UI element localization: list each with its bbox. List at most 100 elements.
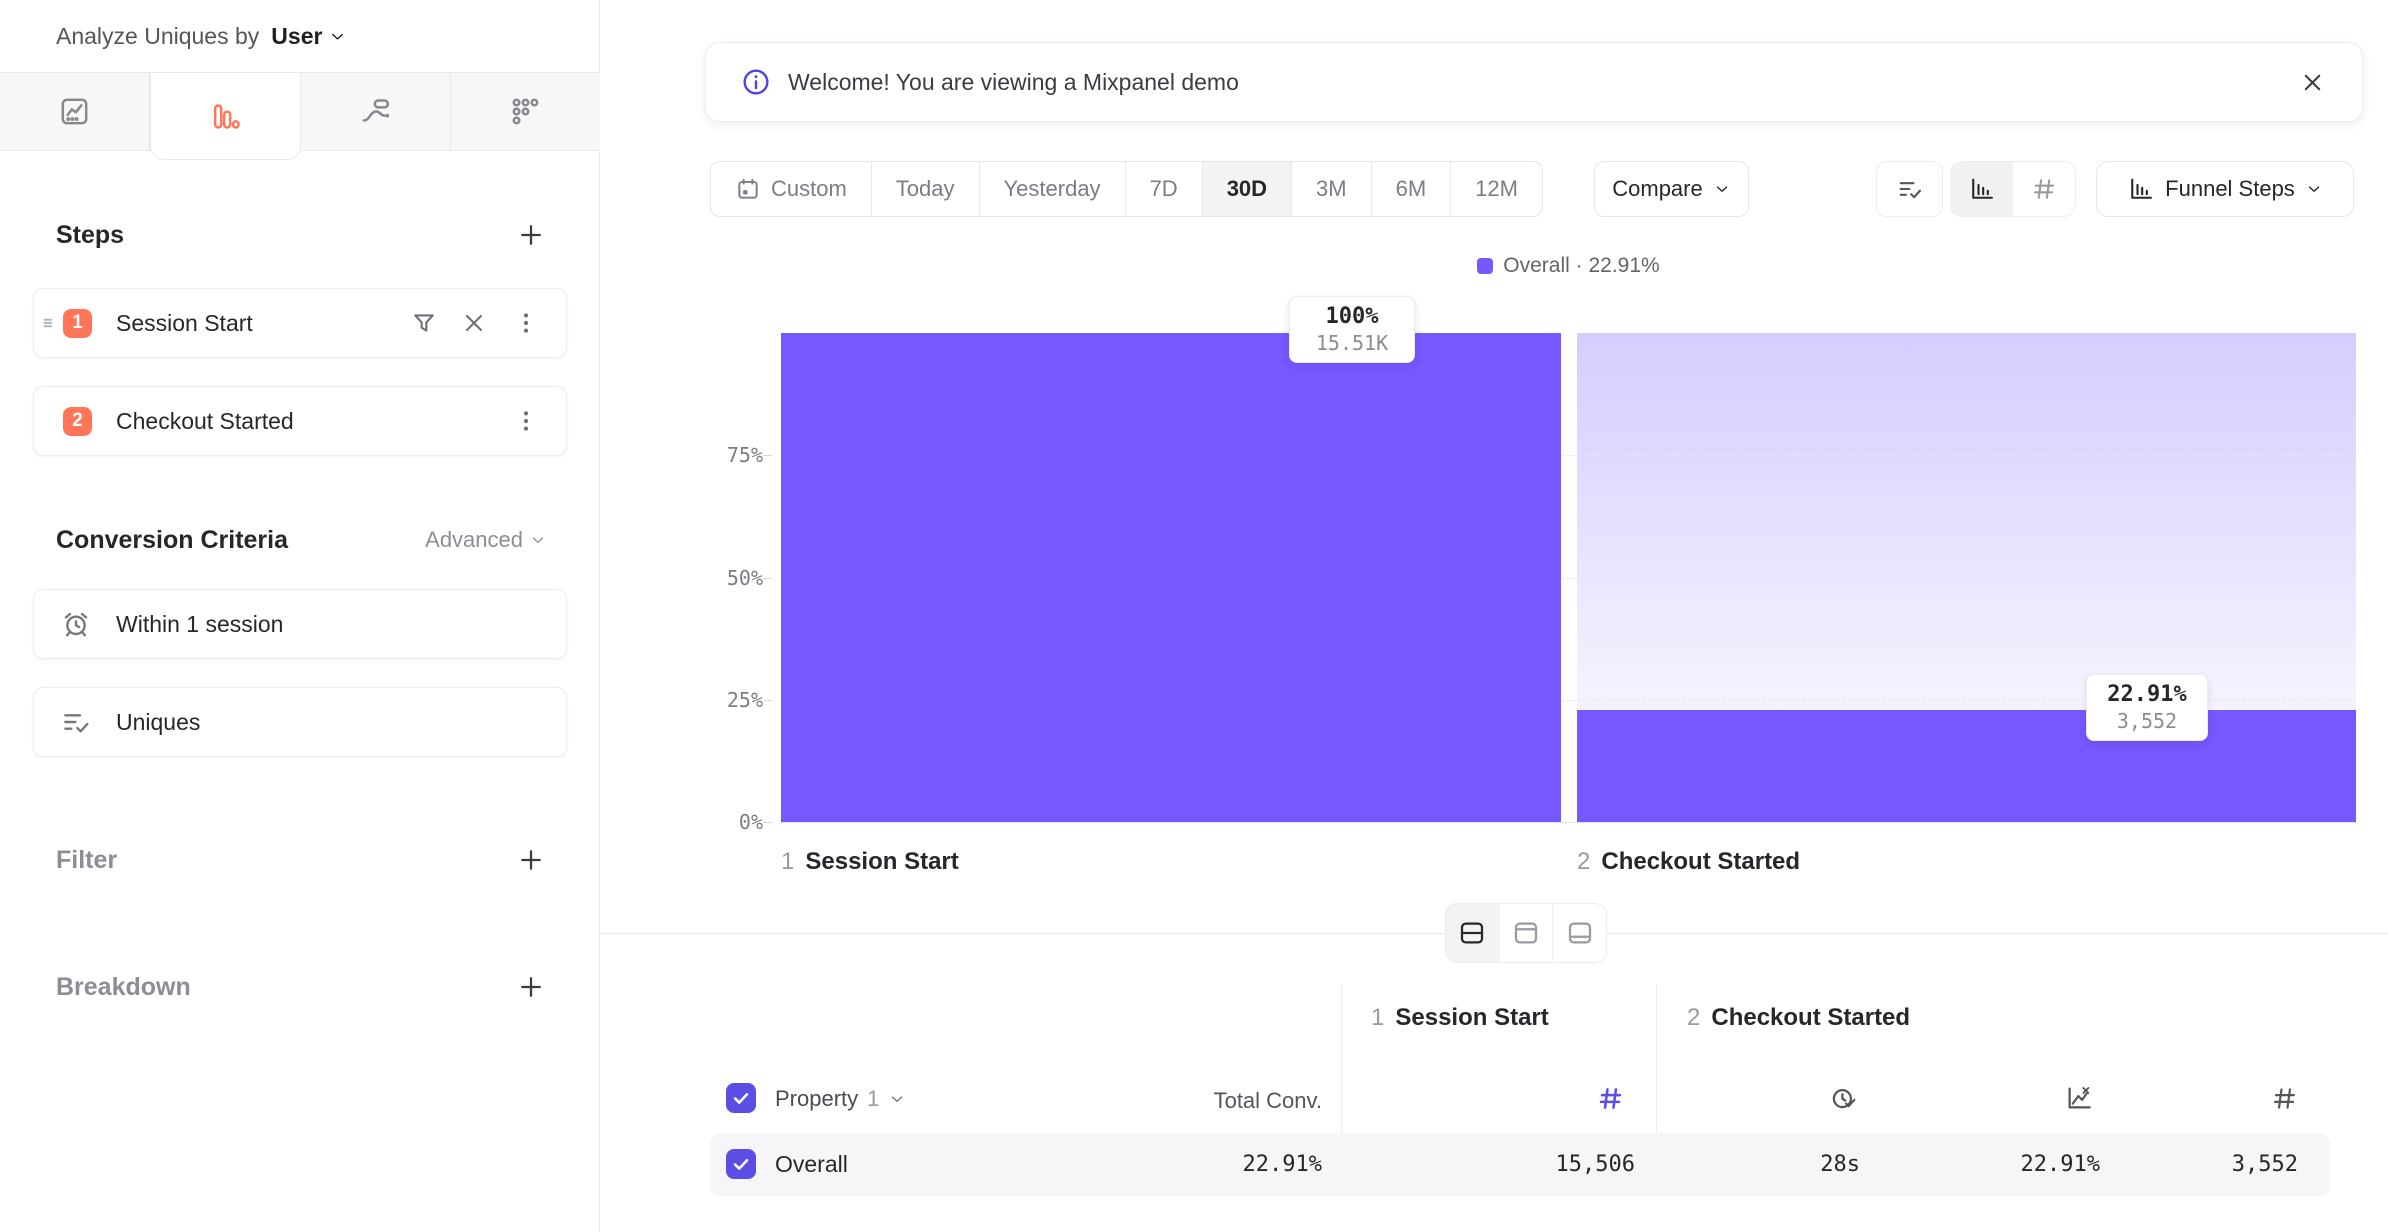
x-axis-step-label-2: 2 Checkout Started <box>1577 848 1800 876</box>
date-range-custom[interactable]: Custom <box>711 162 872 216</box>
funnel-chart: 75% 50% 25% 0% 100% 15.51K 22.91% 3,552 <box>781 333 2356 823</box>
chart-type-dropdown[interactable]: Funnel Steps <box>2096 161 2354 217</box>
layout-bottom-icon <box>1565 918 1595 948</box>
clock-check-icon <box>1828 1083 1858 1113</box>
step-remove-icon[interactable] <box>460 309 488 337</box>
tab-flows[interactable] <box>301 73 451 150</box>
step-number-badge: 1 <box>63 309 92 338</box>
tab-retention[interactable] <box>451 73 600 150</box>
filter-title: Filter <box>56 846 117 875</box>
advanced-dropdown[interactable]: Advanced <box>425 527 547 553</box>
chevron-down-icon <box>2305 180 2323 198</box>
row-step2-count: 3,552 <box>2098 1152 2298 1177</box>
report-type-tabs <box>0 72 600 151</box>
funnel-bars-icon <box>209 100 242 133</box>
split-view-toggle[interactable] <box>1446 904 1499 962</box>
filter-header: Filter <box>56 840 547 880</box>
add-breakdown-button[interactable] <box>515 971 547 1003</box>
date-range-30d[interactable]: 30D <box>1203 162 1292 216</box>
analyze-label: Analyze Uniques by <box>56 23 259 50</box>
steps-header: Steps <box>56 215 547 255</box>
chevron-down-icon <box>328 27 347 46</box>
uniques-metric-button[interactable] <box>1876 161 1943 217</box>
property-dropdown[interactable]: Property 1 <box>775 1086 906 1112</box>
info-icon <box>740 66 772 98</box>
add-step-button[interactable] <box>515 219 547 251</box>
query-builder-sidebar: Analyze Uniques by User Steps 1 Session … <box>0 0 600 1232</box>
table-group-header-step2: 2 Checkout Started <box>1687 1004 1910 1032</box>
step-menu-icon[interactable] <box>512 309 540 337</box>
line-chart-icon <box>58 95 91 128</box>
tooltip-percent: 22.91% <box>2103 682 2191 707</box>
count-column-icon-step1[interactable] <box>1596 1083 1625 1113</box>
tab-insights[interactable] <box>0 73 150 150</box>
date-range-3m[interactable]: 3M <box>1292 162 1372 216</box>
row-avg-time: 28s <box>1660 1152 1860 1177</box>
date-range-control: Custom Today Yesterday 7D 30D 3M 6M 12M <box>710 161 1543 217</box>
step-menu-icon[interactable] <box>512 407 540 435</box>
tooltip-count: 15.51K <box>1306 331 1398 355</box>
steps-title: Steps <box>56 221 124 250</box>
analyze-by-dropdown[interactable]: User <box>271 23 347 50</box>
tooltip-count: 3,552 <box>2103 709 2191 733</box>
report-main-area: Welcome! You are viewing a Mixpanel demo… <box>600 0 2388 1232</box>
tab-funnels[interactable] <box>150 73 301 160</box>
step-number-badge: 2 <box>63 407 92 436</box>
conversion-criteria-title: Conversion Criteria <box>56 526 288 555</box>
select-all-checkbox[interactable] <box>726 1083 756 1113</box>
conversion-rate-column-icon[interactable] <box>2064 1083 2094 1113</box>
layout-split-icon <box>1457 918 1487 948</box>
number-view-toggle[interactable] <box>2013 162 2075 216</box>
bar-tooltip-step2: 22.91% 3,552 <box>2086 674 2208 741</box>
y-axis-tick: 75% <box>693 443 763 467</box>
legend-swatch <box>1477 258 1493 274</box>
step-card-2[interactable]: 2 Checkout Started <box>33 386 567 456</box>
tooltip-percent: 100% <box>1306 304 1398 329</box>
bar-tooltip-step1: 100% 15.51K <box>1289 296 1415 363</box>
date-range-7d[interactable]: 7D <box>1126 162 1203 216</box>
step-number: 2 <box>1577 848 1590 876</box>
row-step2-rate: 22.91% <box>1900 1152 2100 1177</box>
funnel-bar-step1[interactable] <box>781 333 1561 822</box>
date-range-6m[interactable]: 6M <box>1372 162 1452 216</box>
time-to-convert-column-icon[interactable] <box>1828 1083 1858 1113</box>
value-display-toggle <box>1950 161 2076 217</box>
funnel-bar-step2[interactable] <box>1577 710 2356 822</box>
step-name: Session Start <box>805 848 958 876</box>
counting-method-card[interactable]: Uniques <box>33 687 567 757</box>
chart-view-toggle[interactable] <box>1499 904 1553 962</box>
conversion-window-card[interactable]: Within 1 session <box>33 589 567 659</box>
breakdown-header: Breakdown <box>56 967 547 1007</box>
date-range-today[interactable]: Today <box>872 162 980 216</box>
chevron-down-icon <box>888 1090 906 1108</box>
check-icon <box>730 1087 752 1109</box>
breakdown-title: Breakdown <box>56 973 191 1002</box>
y-axis-tick: 0% <box>693 810 763 834</box>
table-view-toggle[interactable] <box>1552 904 1606 962</box>
total-conv-column-header[interactable]: Total Conv. <box>1122 1088 1322 1114</box>
property-index: 1 <box>867 1086 879 1112</box>
date-range-label: Custom <box>771 176 847 202</box>
bar-chart-icon <box>2127 175 2155 203</box>
add-filter-button[interactable] <box>515 844 547 876</box>
hash-icon <box>2270 1084 2299 1113</box>
row-checkbox[interactable] <box>726 1149 756 1179</box>
count-column-icon-step2[interactable] <box>2270 1083 2299 1113</box>
date-range-yesterday[interactable]: Yesterday <box>980 162 1126 216</box>
legend-label: Overall · 22.91% <box>1503 254 1659 278</box>
step-card-1[interactable]: 1 Session Start <box>33 288 567 358</box>
banner-close-icon[interactable] <box>2299 69 2326 96</box>
chart-legend-item[interactable]: Overall · 22.91% <box>781 253 2356 279</box>
list-check-icon <box>60 706 92 738</box>
conversion-criteria-header: Conversion Criteria Advanced <box>56 520 547 560</box>
date-range-12m[interactable]: 12M <box>1451 162 1542 216</box>
x-axis-step-label-1: 1 Session Start <box>781 848 959 876</box>
list-check-icon <box>1896 175 1924 203</box>
flows-icon <box>359 95 392 128</box>
plus-icon <box>516 220 546 250</box>
drag-handle-icon[interactable] <box>38 310 64 336</box>
percent-view-toggle[interactable] <box>1951 162 2013 216</box>
hash-icon <box>1596 1084 1625 1113</box>
step-filter-icon[interactable] <box>410 309 438 337</box>
compare-button[interactable]: Compare <box>1594 161 1749 217</box>
